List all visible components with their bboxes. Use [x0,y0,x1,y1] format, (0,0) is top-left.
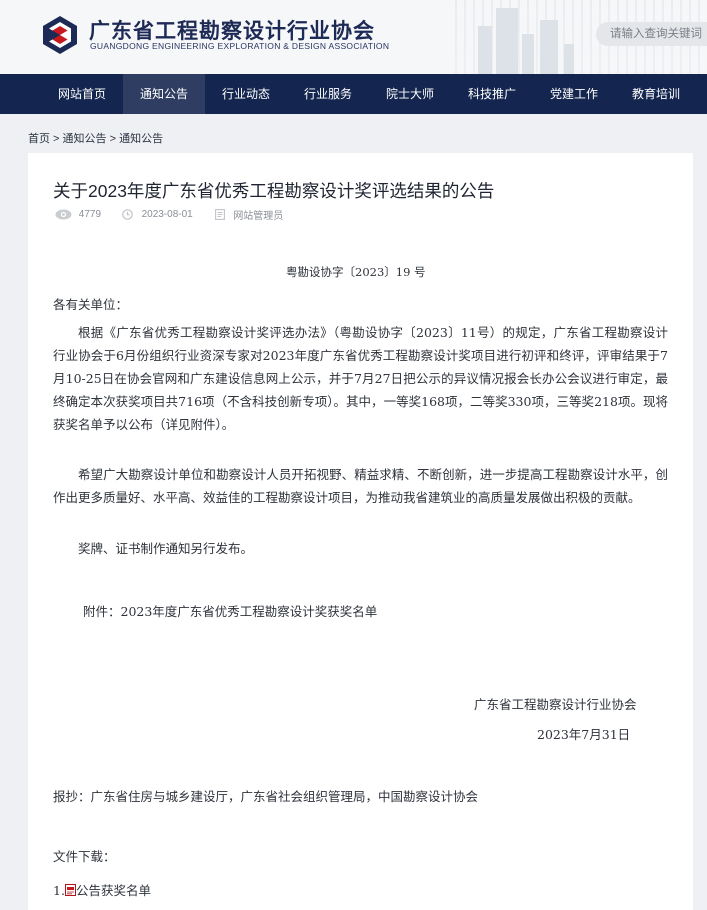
download-link[interactable]: 公告获奖名单 [76,883,151,898]
cc-line: 报抄：广东省住房与城乡建设厅，广东省社会组织管理局，中国勘察设计协会 [53,789,479,804]
main-nav: 网站首页 通知公告 行业动态 行业服务 院士大师 科技推广 党建工作 教育培训 [0,74,707,114]
skyline-building [564,44,574,74]
document-icon [214,209,225,220]
signature-date: 2023年7月31日 [537,727,631,742]
breadcrumb-separator: > [106,133,120,145]
download-item: 1. 公告获奖名单 [53,880,151,899]
breadcrumb: 首页 > 通知公告 > 通知公告 [28,130,163,146]
nav-item-academicians[interactable]: 院士大师 [369,74,451,114]
download-index: 1. [53,883,65,898]
nav-item-home[interactable]: 网站首页 [41,74,123,114]
association-logo-icon[interactable] [40,15,80,55]
nav-item-industry-news[interactable]: 行业动态 [205,74,287,114]
search-input[interactable]: 请输入查询关键词 [596,22,707,46]
pdf-file-icon[interactable] [64,884,76,896]
breadcrumb-notices[interactable]: 通知公告 [63,133,107,145]
eye-icon [55,209,72,220]
skyline-building [478,26,492,74]
body-paragraph: 希望广大勘察设计单位和勘察设计人员开拓视野、精益求精、不断创新，进一步提高工程勘… [53,467,668,505]
nav-item-notices[interactable]: 通知公告 [123,74,205,114]
salutation: 各有关单位： [53,297,129,312]
nav-item-education[interactable]: 教育培训 [615,74,697,114]
org-name-en: GUANGDONG ENGINEERING EXPLORATION & DESI… [90,41,390,51]
clock-icon [122,209,133,220]
article-panel: 关于2023年度广东省优秀工程勘察设计奖评选结果的公告 4779 2023-08… [28,153,693,910]
skyline-building [522,34,534,74]
article-meta: 4779 2023-08-01 网站管理员 [55,207,283,222]
article-author: 网站管理员 [233,211,284,222]
nav-item-industry-services[interactable]: 行业服务 [287,74,369,114]
skyline-building [540,20,558,74]
nav-item-tech-promotion[interactable]: 科技推广 [451,74,533,114]
article-title: 关于2023年度广东省优秀工程勘察设计奖评选结果的公告 [53,181,495,201]
breadcrumb-current[interactable]: 通知公告 [119,133,163,145]
breadcrumb-separator: > [50,133,63,145]
body-paragraph: 奖牌、证书制作通知另行发布。 [78,541,254,556]
site-header: 广东省工程勘察设计行业协会 GUANGDONG ENGINEERING EXPL… [0,0,707,74]
nav-item-party-work[interactable]: 党建工作 [533,74,615,114]
skyline-building [496,8,518,74]
view-count: 4779 [78,209,102,220]
attachment-note: 附件：2023年度广东省优秀工程勘察设计奖获奖名单 [83,604,378,619]
downloads-label: 文件下载： [53,849,116,864]
signature-org: 广东省工程勘察设计行业协会 [474,697,637,712]
breadcrumb-home[interactable]: 首页 [28,133,50,145]
body-paragraph: 根据《广东省优秀工程勘察设计奖评选办法》（粤勘设协字〔2023〕11号）的规定，… [53,325,668,432]
document-number: 粤勘设协字〔2023〕19 号 [286,265,426,279]
publish-date: 2023-08-01 [141,209,193,220]
